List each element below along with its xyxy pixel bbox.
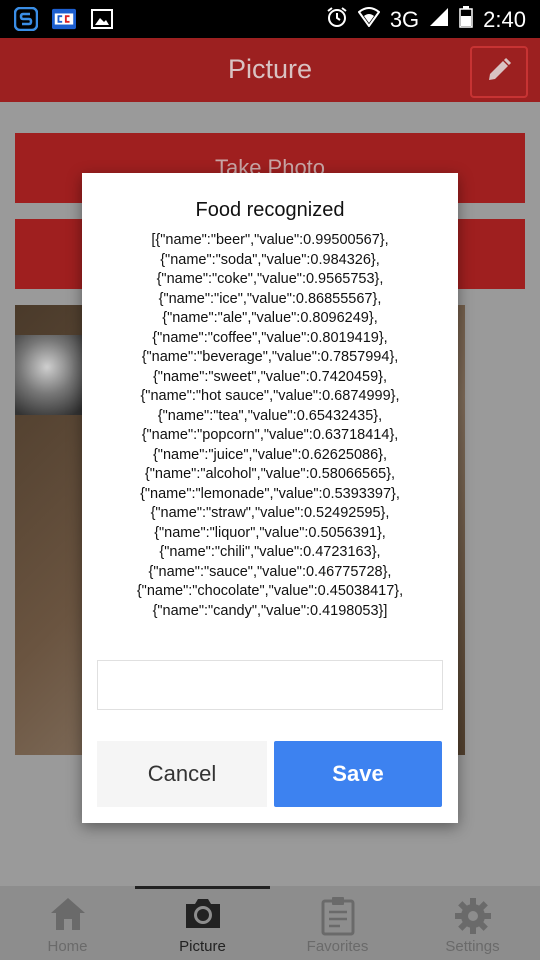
result-line: {"name":"sweet","value":0.7420459}, [152, 368, 388, 385]
image-icon [90, 7, 114, 31]
tab-settings-label: Settings [445, 938, 500, 955]
tab-favorites[interactable]: Favorites [270, 886, 405, 960]
result-line: {"name":"ale","value":0.8096249}, [162, 310, 378, 326]
result-line: {"name":"liquor","value":0.5056391}, [154, 524, 386, 541]
edit-button[interactable] [470, 46, 528, 98]
result-line: {"name":"coffee","value":0.8019419}, [152, 329, 388, 346]
status-time: 2:40 [483, 7, 526, 32]
home-icon [49, 896, 87, 937]
signal-icon [429, 7, 449, 33]
result-line: {"name":"hot sauce","value":0.6874999}, [140, 388, 400, 404]
app-header: Picture [0, 38, 540, 102]
battery-icon [459, 6, 473, 34]
result-line: {"name":"straw","value":0.52492595}, [150, 505, 390, 521]
food-recognized-dialog: Food recognized [{"name":"beer","value":… [82, 173, 458, 823]
tab-home-label: Home [47, 938, 88, 955]
dialog-results: [{"name":"beer","value":0.99500567}, {"n… [96, 231, 444, 621]
result-line: {"name":"tea","value":0.65432435}, [157, 407, 383, 424]
app-cc-icon [52, 7, 76, 31]
tab-favorites-label: Favorites [306, 938, 369, 955]
result-line: {"name":"ice","value":0.86855567}, [158, 290, 382, 307]
tab-settings[interactable]: Settings [405, 886, 540, 960]
result-line: {"name":"candy","value":0.4198053}] [152, 602, 388, 619]
save-button[interactable]: Save [274, 741, 442, 807]
result-line: {"name":"chocolate","value":0.45038417}, [136, 583, 404, 599]
tab-picture[interactable]: Picture [135, 886, 270, 960]
result-line: [{"name":"beer","value":0.99500567}, [151, 232, 389, 248]
cancel-button[interactable]: Cancel [97, 741, 267, 807]
result-line: {"name":"sauce","value":0.46775728}, [148, 563, 392, 580]
camera-icon [183, 896, 223, 935]
network-type: 3G [389, 7, 420, 32]
tab-home[interactable]: Home [0, 886, 135, 960]
dialog-title: Food recognized [195, 199, 345, 221]
app-s-icon [14, 7, 38, 31]
result-line: {"name":"popcorn","value":0.63718414}, [141, 427, 399, 443]
result-line: {"name":"alcohol","value":0.58066565}, [144, 466, 396, 482]
food-name-input[interactable] [97, 660, 443, 710]
clipboard-icon [320, 896, 356, 941]
tab-picture-label: Picture [179, 938, 226, 955]
pencil-icon [485, 56, 513, 89]
result-line: {"name":"beverage","value":0.7857994}, [141, 349, 399, 365]
result-line: {"name":"juice","value":0.62625086}, [152, 446, 388, 463]
gear-icon [453, 896, 493, 941]
page-title: Picture [227, 54, 313, 84]
result-line: {"name":"coke","value":0.9565753}, [156, 271, 384, 287]
result-line: {"name":"lemonade","value":0.5393397}, [140, 485, 400, 502]
bottom-tab-bar: Home Picture Favorites Settings [0, 886, 540, 960]
result-line: {"name":"soda","value":0.984326}, [160, 251, 380, 268]
result-line: {"name":"chili","value":0.4723163}, [159, 544, 381, 560]
alarm-icon [326, 6, 348, 34]
status-bar: 3G 2:40 [0, 0, 540, 38]
wifi-icon [357, 7, 381, 33]
